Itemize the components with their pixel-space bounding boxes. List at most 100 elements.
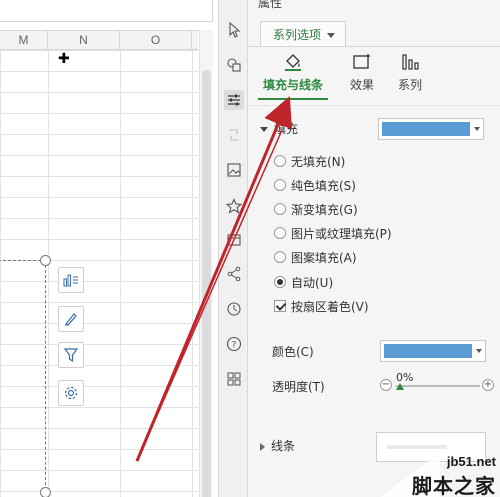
properties-pane: 属性 系列选项 填充与线条 效果 系列 填充 无填充(N) 纯色填充(S) 渐变… (248, 0, 500, 497)
pointer-button[interactable] (224, 20, 244, 40)
refresh-button[interactable] (224, 125, 244, 145)
series-options-label: 系列选项 (273, 28, 322, 42)
radio-button[interactable] (274, 276, 286, 288)
column-header-o[interactable]: O (120, 31, 192, 50)
collapse-triangle-icon (260, 127, 268, 132)
properties-button[interactable] (224, 90, 244, 110)
refresh-icon (229, 129, 239, 141)
vertical-scrollbar[interactable] (199, 30, 213, 497)
color-dropdown[interactable] (380, 340, 486, 362)
tab-series-label: 系列 (397, 78, 422, 92)
inbox-button[interactable] (224, 230, 244, 250)
share-button[interactable] (224, 264, 244, 284)
resize-handle[interactable] (40, 255, 51, 266)
series-options-dropdown[interactable]: 系列选项 (260, 21, 346, 47)
chart-style-icon (65, 313, 77, 326)
minus-icon[interactable]: − (380, 379, 392, 391)
pane-title: 属性 (258, 0, 283, 10)
tab-fill-and-line[interactable]: 填充与线条 (260, 52, 326, 98)
star-button[interactable] (224, 196, 244, 216)
chart-filter-button[interactable] (58, 342, 84, 368)
radio-label: 图案填充(A) (291, 250, 357, 265)
slider-track[interactable] (396, 385, 480, 387)
radio-label: 自动(U) (291, 275, 334, 290)
history-button[interactable] (224, 299, 244, 319)
plus-icon[interactable]: + (482, 379, 494, 391)
paint-bucket-icon (285, 54, 301, 71)
radio-picture-fill[interactable]: 图片或纹理填充(P) (274, 224, 392, 242)
radio-button[interactable] (274, 155, 286, 167)
shapes-button[interactable] (224, 55, 244, 75)
chevron-down-icon (476, 349, 482, 353)
fill-color-dropdown[interactable] (378, 118, 484, 140)
chart-filter-icon (63, 348, 79, 363)
divider (248, 46, 500, 47)
chart-elements-button[interactable] (58, 267, 84, 293)
column-header-n[interactable]: N (48, 31, 120, 50)
radio-button[interactable] (274, 203, 286, 215)
tab-series[interactable]: 系列 (392, 52, 428, 98)
inbox-icon (227, 234, 241, 246)
column-header-row: M N O (0, 30, 198, 50)
chevron-down-icon (474, 127, 480, 131)
chart-settings-button[interactable] (58, 380, 84, 406)
radio-solid-fill[interactable]: 纯色填充(S) (274, 176, 356, 194)
line-preview (387, 445, 447, 449)
active-tab-underline (258, 98, 328, 100)
chart-elements-icon (63, 274, 78, 287)
radio-button[interactable] (274, 179, 286, 191)
radio-button[interactable] (274, 251, 286, 263)
picture-button[interactable] (224, 160, 244, 180)
chart-style-button[interactable] (58, 306, 84, 332)
help-button[interactable]: ? (224, 334, 244, 354)
expand-triangle-icon (260, 442, 265, 451)
divider (248, 105, 500, 106)
cell-cursor-icon: ✚ (58, 51, 70, 67)
scrollbar-thumb[interactable] (202, 70, 211, 497)
fill-section-label: 填充 (274, 122, 299, 136)
checkbox-vary-by-sector[interactable]: 按扇区着色(V) (274, 297, 369, 315)
help-icon: ? (226, 336, 242, 352)
chart-selection-frame[interactable] (0, 260, 46, 497)
transparency-slider[interactable]: − 0% + (380, 371, 500, 397)
chevron-down-icon (327, 33, 336, 38)
formula-bar[interactable] (0, 0, 213, 22)
checkbox-label: 按扇区着色(V) (291, 299, 369, 314)
radio-pattern-fill[interactable]: 图案填充(A) (274, 248, 357, 266)
gridline (192, 50, 193, 497)
watermark-name: 脚本之家 (412, 474, 496, 497)
radio-label: 渐变填充(G) (291, 202, 358, 217)
resize-handle[interactable] (40, 487, 51, 497)
radio-gradient-fill[interactable]: 渐变填充(G) (274, 200, 358, 218)
column-header-m[interactable]: M (0, 31, 48, 50)
checkbox[interactable] (274, 300, 286, 312)
color-label: 颜色(C) (272, 345, 314, 359)
radio-label: 纯色填充(S) (291, 178, 356, 193)
share-icon (227, 266, 241, 282)
effects-icon (353, 54, 370, 69)
tab-effects[interactable]: 效果 (342, 52, 382, 98)
tab-fill-and-line-label: 填充与线条 (262, 78, 323, 92)
radio-auto-fill[interactable]: 自动(U) (274, 273, 333, 291)
side-icon-strip: ? (218, 0, 248, 497)
apps-icon (227, 372, 241, 386)
series-bars-icon (402, 54, 419, 70)
line-section-header[interactable]: 线条 (260, 437, 295, 454)
picture-icon (227, 163, 241, 177)
radio-no-fill[interactable]: 无填充(N) (274, 152, 345, 170)
chart-settings-icon (64, 386, 78, 400)
slider-handle[interactable] (396, 383, 404, 390)
tab-effects-label: 效果 (349, 78, 374, 92)
fill-section-header[interactable]: 填充 (260, 120, 298, 138)
history-icon (227, 302, 241, 316)
color-swatch (382, 122, 470, 136)
properties-icon (228, 94, 240, 106)
gridline (48, 50, 49, 497)
watermark-url: jb51.net (446, 454, 496, 469)
line-section-label: 线条 (271, 439, 296, 453)
shapes-icon (227, 58, 241, 72)
apps-button[interactable] (224, 369, 244, 389)
radio-button[interactable] (274, 227, 286, 239)
radio-label: 无填充(N) (291, 154, 346, 169)
transparency-label: 透明度(T) (272, 380, 325, 394)
